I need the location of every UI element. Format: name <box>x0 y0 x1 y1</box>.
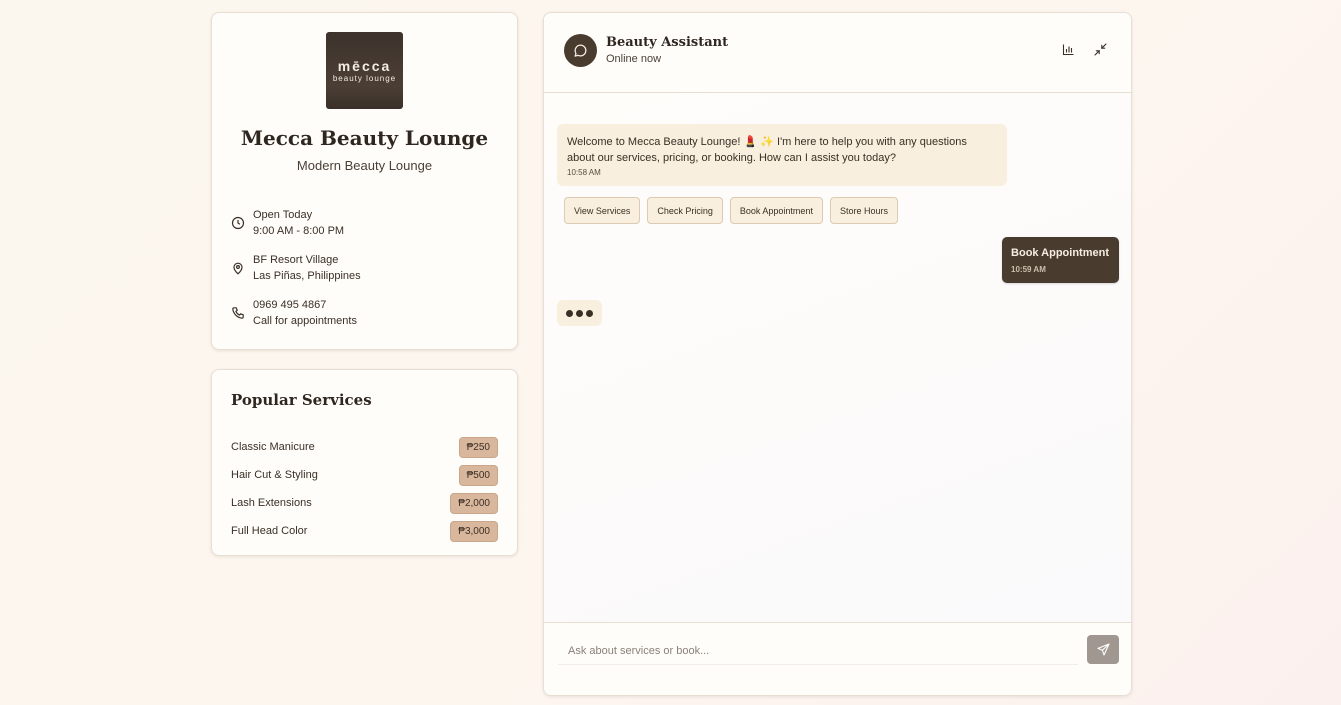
bot-message: Welcome to Mecca Beauty Lounge! 💄 ✨ I'm … <box>557 124 1007 186</box>
logo-word: mēcca <box>337 58 392 74</box>
business-name: Mecca Beauty Lounge <box>240 126 489 150</box>
phone-number[interactable]: 0969 495 4867 <box>253 297 357 313</box>
map-pin-icon <box>233 262 243 275</box>
stats-button[interactable] <box>1060 41 1076 57</box>
assistant-name: Beauty Assistant <box>606 35 729 50</box>
quick-reply-view-services[interactable]: View Services <box>564 197 641 224</box>
user-message: Book Appointment 10:59 AM <box>1002 237 1119 283</box>
send-button[interactable] <box>1087 635 1119 664</box>
page: mēcca beauty lounge Mecca Beauty Lounge … <box>0 0 1341 705</box>
price-badge: ₱250 <box>458 436 498 458</box>
phone-icon <box>232 307 244 319</box>
hours-detail: 9:00 AM - 8:00 PM <box>253 225 345 237</box>
quick-reply-check-pricing[interactable]: Check Pricing <box>647 197 723 224</box>
location-detail: Las Piñas, Philippines <box>253 270 361 282</box>
quick-reply-book-appointment[interactable]: Book Appointment <box>729 197 823 224</box>
business-info-card: mēcca beauty lounge Mecca Beauty Lounge … <box>211 12 518 350</box>
service-item: Classic Manicure ₱250 <box>231 433 498 461</box>
service-name: Classic Manicure <box>231 441 315 453</box>
chat-bubble-icon <box>574 44 587 57</box>
chart-icon <box>1062 44 1073 55</box>
assistant-avatar <box>564 34 597 67</box>
hours-title: Open Today <box>253 209 313 221</box>
user-message-text: Book Appointment <box>1011 247 1109 259</box>
price-badge: ₱3,000 <box>450 520 498 542</box>
clock-icon <box>231 216 245 230</box>
popular-services-card: Popular Services Classic Manicure ₱250 H… <box>211 369 518 556</box>
typing-indicator <box>557 300 602 326</box>
service-item: Lash Extensions ₱2,000 <box>231 489 498 517</box>
send-icon <box>1096 643 1110 656</box>
minimize-icon <box>1093 42 1107 56</box>
location-row: BF Resort Village Las Piñas, Philippines <box>231 252 361 284</box>
business-tagline: Modern Beauty Lounge <box>296 158 433 173</box>
service-item: Full Head Color ₱3,000 <box>231 517 498 545</box>
service-name: Full Head Color <box>231 525 308 537</box>
price-badge: ₱500 <box>458 464 498 486</box>
message-composer <box>544 622 1131 695</box>
chat-panel: Beauty Assistant Online now Welcome to M… <box>543 12 1132 696</box>
service-name: Lash Extensions <box>231 497 312 509</box>
services-title: Popular Services <box>231 391 372 409</box>
location-title: BF Resort Village <box>253 254 339 266</box>
message-input[interactable] <box>558 637 1078 665</box>
hours-row: Open Today 9:00 AM - 8:00 PM <box>231 207 344 239</box>
logo-subtitle: beauty lounge <box>332 74 397 83</box>
quick-reply-store-hours[interactable]: Store Hours <box>829 197 898 224</box>
chat-header: Beauty Assistant Online now <box>544 13 1131 93</box>
phone-detail: Call for appointments <box>253 315 357 327</box>
typing-dot <box>566 309 573 317</box>
price-badge: ₱2,000 <box>450 492 498 514</box>
service-name: Hair Cut & Styling <box>231 469 318 481</box>
service-item: Hair Cut & Styling ₱500 <box>231 461 498 489</box>
assistant-status: Online now <box>606 53 662 65</box>
quick-replies: View Services Check Pricing Book Appoint… <box>564 197 905 224</box>
user-message-time: 10:59 AM <box>1011 265 1046 274</box>
minimize-button[interactable] <box>1092 41 1108 57</box>
phone-row[interactable]: 0969 495 4867 Call for appointments <box>231 297 357 329</box>
bot-message-text: Welcome to Mecca Beauty Lounge! 💄 ✨ I'm … <box>567 136 967 164</box>
bot-message-time: 10:58 AM <box>567 168 601 177</box>
typing-dot <box>586 309 593 317</box>
message-list: Welcome to Mecca Beauty Lounge! 💄 ✨ I'm … <box>544 93 1131 622</box>
services-list: Classic Manicure ₱250 Hair Cut & Styling… <box>231 433 498 545</box>
business-logo: mēcca beauty lounge <box>326 32 403 109</box>
typing-dot <box>576 309 583 317</box>
